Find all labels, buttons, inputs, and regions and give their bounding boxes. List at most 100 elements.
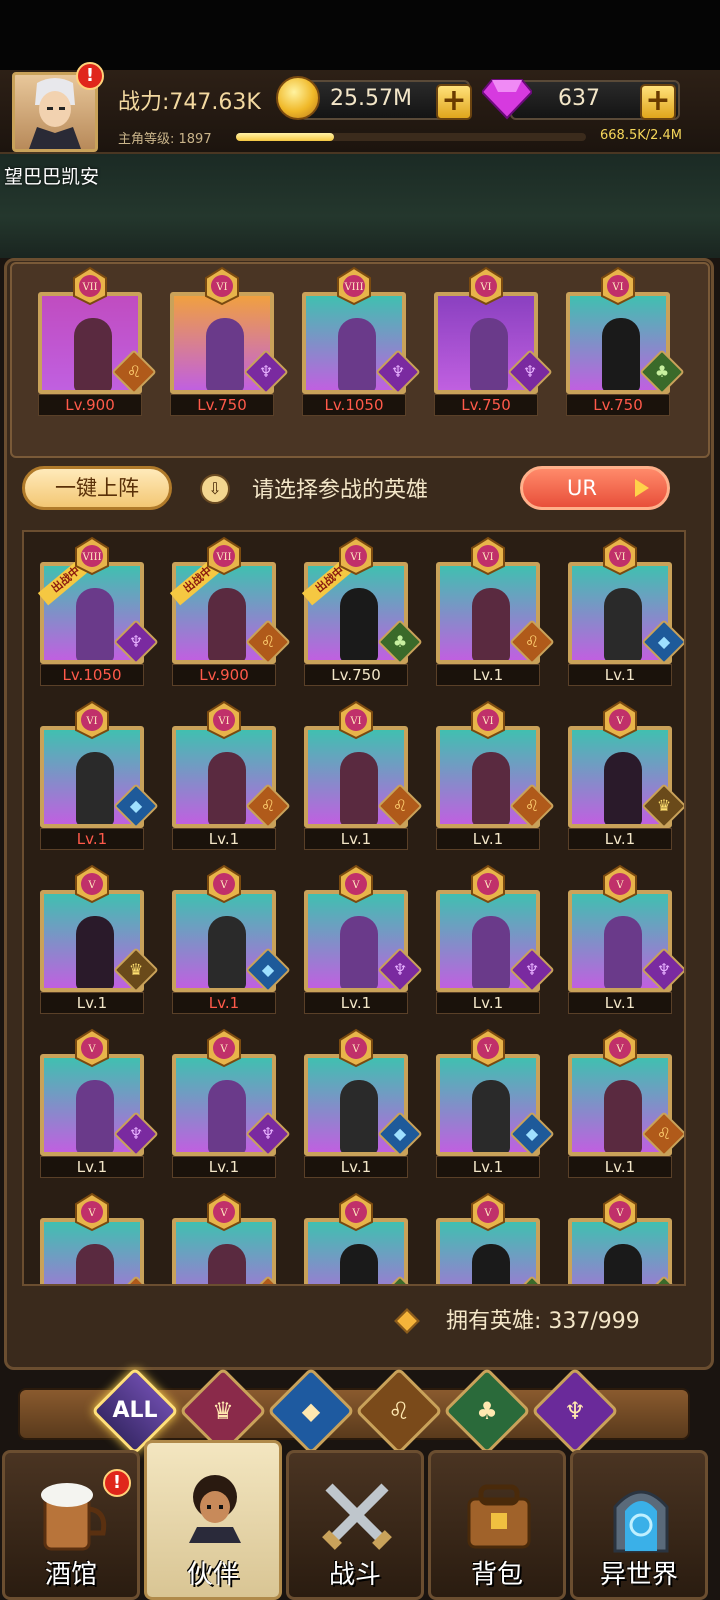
tavern-alert-icon: ! <box>103 1469 131 1497</box>
hero-list-card[interactable]: V ♛ Lv.1 <box>40 864 159 1014</box>
svg-text:VI: VI <box>215 282 227 293</box>
rank-badge-icon: VI <box>471 536 505 576</box>
hero-list-card[interactable]: VI ♌ Lv.1 <box>172 700 291 850</box>
team-slot-card[interactable]: VI ♣ Lv.750 <box>566 266 685 416</box>
rank-badge-icon: VI <box>339 536 373 576</box>
hero-figure <box>76 752 114 824</box>
hero-figure <box>340 752 378 824</box>
rank-badge-icon: VII <box>207 536 241 576</box>
filter-elf-icon[interactable]: ♣ <box>443 1367 531 1455</box>
hero-list-card[interactable]: V ♆ Lv.1 <box>172 1028 291 1178</box>
svg-text:V: V <box>219 1044 228 1055</box>
nav-label: 战斗 <box>328 1560 381 1590</box>
hero-list-card[interactable]: V ◆ Lv.1 <box>436 1028 555 1178</box>
hero-list-card[interactable]: V♣ <box>304 1192 423 1284</box>
team-slot-card[interactable]: VI ♆ Lv.750 <box>434 266 553 416</box>
auto-deploy-button[interactable]: 一键上阵 <box>22 466 172 510</box>
hero-figure <box>208 588 246 660</box>
rarity-filter-button[interactable]: UR <box>520 466 670 510</box>
xp-bar <box>236 133 586 141</box>
svg-text:V: V <box>615 716 624 727</box>
hero-list-card[interactable]: V ♆ Lv.1 <box>436 864 555 1014</box>
hero-level: Lv.750 <box>170 394 274 416</box>
nav-battle[interactable]: 战斗 <box>286 1450 424 1600</box>
play-arrow-icon <box>635 479 649 497</box>
svg-text:V: V <box>219 880 228 891</box>
hero-figure <box>76 1244 114 1284</box>
hero-list-card[interactable]: V ◆ Lv.1 <box>304 1028 423 1178</box>
hero-list-card[interactable]: V♌ <box>40 1192 159 1284</box>
hero-figure <box>208 916 246 988</box>
hero-list-card[interactable]: V ♛ Lv.1 <box>568 700 684 850</box>
hero-figure <box>208 752 246 824</box>
hero-list-card[interactable]: VI ♌ Lv.1 <box>436 700 555 850</box>
rank-badge-icon: V <box>207 1192 241 1232</box>
hero-list-card[interactable]: V ♆ Lv.1 <box>304 864 423 1014</box>
hero-list-card[interactable]: V ♌ Lv.1 <box>568 1028 684 1178</box>
nav-partner[interactable]: 伙伴 <box>144 1440 282 1600</box>
rank-badge-icon: V <box>339 864 373 904</box>
rank-badge-icon: VI <box>75 700 109 740</box>
svg-text:VI: VI <box>479 282 491 293</box>
hero-list-card[interactable]: VI ♌ Lv.1 <box>436 536 555 686</box>
svg-text:V: V <box>483 1044 492 1055</box>
nav-tavern[interactable]: 酒馆! <box>2 1450 140 1600</box>
hero-list-card[interactable]: V ◆ Lv.1 <box>172 864 291 1014</box>
hero-list-card[interactable]: V ♆ Lv.1 <box>40 1028 159 1178</box>
hero-list-card[interactable]: 出战中 VIII ♆ Lv.1050 <box>37 536 159 686</box>
hero-level: Lv.1 <box>568 992 672 1014</box>
svg-text:VI: VI <box>611 282 623 293</box>
hero-level: Lv.1 <box>568 828 672 850</box>
hero-list-card[interactable]: VI ◆ Lv.1 <box>568 536 684 686</box>
svg-text:V: V <box>615 1208 624 1219</box>
team-slot-card[interactable]: VII ♌ Lv.900 <box>38 266 157 416</box>
team-slot-card[interactable]: VI ♆ Lv.750 <box>170 266 289 416</box>
hero-list-card[interactable]: V♌ <box>172 1192 291 1284</box>
hero-list-card[interactable]: V ♆ Lv.1 <box>568 864 684 1014</box>
add-coins-button[interactable]: + <box>436 84 472 120</box>
hero-list-card[interactable]: 出战中 VI ♣ Lv.750 <box>301 536 423 686</box>
hero-level-label: 主角等级: 1897 <box>118 132 212 147</box>
nav-label: 异世界 <box>599 1560 678 1590</box>
hero-level: Lv.1 <box>568 664 672 686</box>
hero-level: Lv.1 <box>304 1156 408 1178</box>
filter-fish-icon[interactable]: ◆ <box>267 1367 355 1455</box>
hero-figure <box>340 1244 378 1284</box>
hero-level: Lv.1 <box>172 992 276 1014</box>
svg-text:VI: VI <box>613 552 625 563</box>
battle-icon <box>322 1483 392 1550</box>
hero-figure <box>340 1080 378 1152</box>
hero-list-card[interactable]: V♣ <box>568 1192 684 1284</box>
hero-level: Lv.1 <box>568 1156 672 1178</box>
status-bar <box>0 0 720 70</box>
svg-text:VI: VI <box>217 716 229 727</box>
svg-text:V: V <box>615 880 624 891</box>
hero-level: Lv.1 <box>172 1156 276 1178</box>
hero-level: Lv.1 <box>40 1156 144 1178</box>
nav-label: 酒馆 <box>44 1560 97 1590</box>
hero-figure <box>472 916 510 988</box>
xp-text: 668.5K/2.4M <box>600 128 683 143</box>
rank-badge-icon: V <box>75 1028 109 1068</box>
nav-otherworld[interactable]: 异世界 <box>570 1450 708 1600</box>
hero-grid[interactable]: 出战中 VIII ♆ Lv.1050 出战中 VII ♌ Lv.900 出战中 VI ♣ Lv.750… <box>22 530 686 1286</box>
rank-badge-icon: V <box>75 864 109 904</box>
hero-level: Lv.1 <box>436 664 540 686</box>
hero-level: Lv.1 <box>40 828 144 850</box>
rank-badge-icon: V <box>603 1192 637 1232</box>
hero-figure <box>340 916 378 988</box>
nav-bag[interactable]: 背包 <box>428 1450 566 1600</box>
hero-list-card[interactable]: V♣ <box>436 1192 555 1284</box>
hero-list-card[interactable]: 出战中 VII ♌ Lv.900 <box>169 536 291 686</box>
filter-lion-icon[interactable]: ♌ <box>355 1367 443 1455</box>
filter-demon-icon[interactable]: ♆ <box>531 1367 619 1455</box>
hero-list-card[interactable]: VI ♌ Lv.1 <box>304 700 423 850</box>
add-gems-button[interactable]: + <box>640 84 676 120</box>
hero-list-card[interactable]: VI ◆ Lv.1 <box>40 700 159 850</box>
team-slot-card[interactable]: VIII ♆ Lv.1050 <box>302 266 421 416</box>
rank-badge-icon: V <box>339 1192 373 1232</box>
rank-badge-icon: VI <box>469 266 503 306</box>
combat-power: 战力:747.63K <box>118 90 261 115</box>
rank-badge-icon: VI <box>205 266 239 306</box>
svg-text:V: V <box>351 1044 360 1055</box>
